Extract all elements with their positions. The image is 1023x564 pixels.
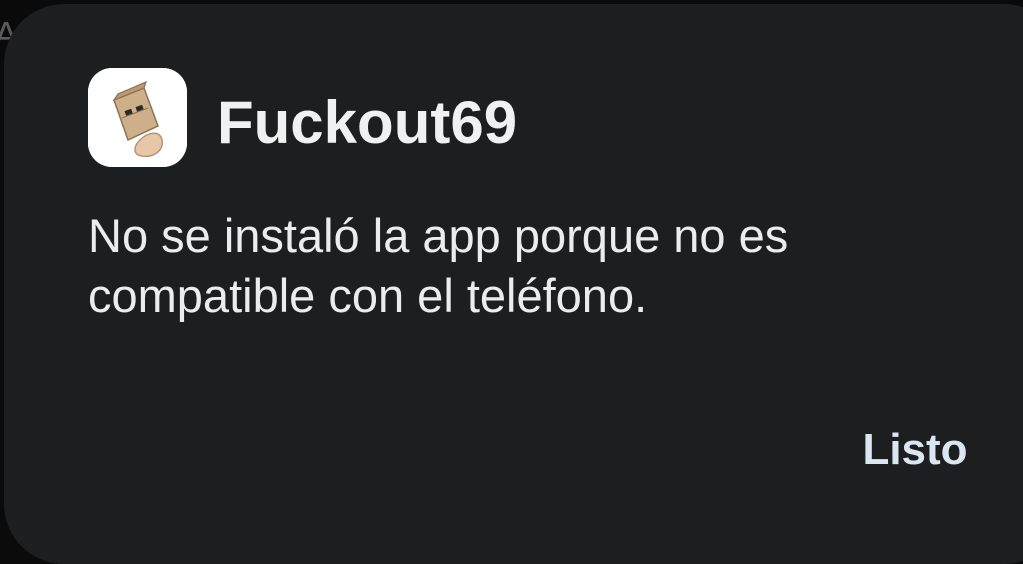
app-name: Fuckout69 (217, 89, 518, 156)
paper-bag-mask-icon (88, 68, 187, 167)
install-error-dialog: Fuckout69 No se instaló la app porque no… (4, 4, 1023, 564)
error-message: No se instaló la app porque no es compat… (88, 209, 789, 322)
done-button[interactable]: Listo (850, 418, 980, 482)
